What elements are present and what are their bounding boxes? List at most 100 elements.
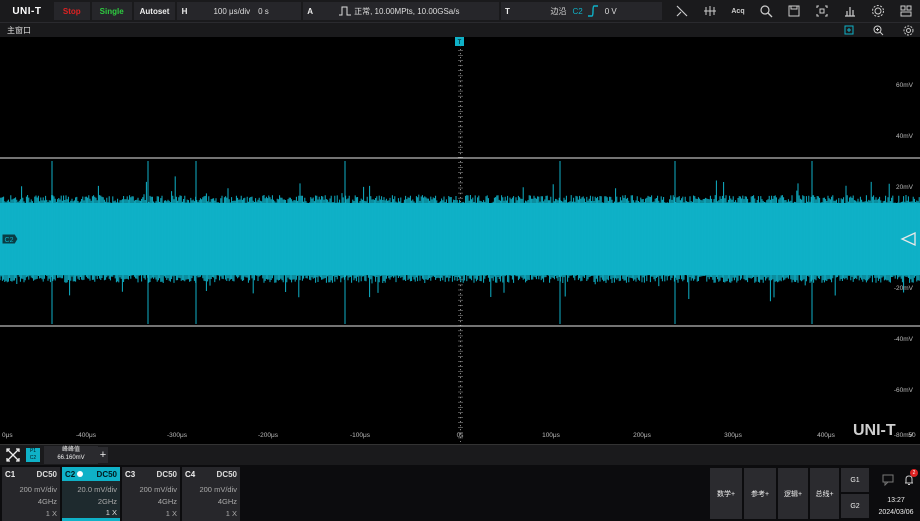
brand-watermark: UNI-T bbox=[853, 422, 896, 439]
trigger-tag: T bbox=[505, 6, 510, 16]
trigger-level: 0 V bbox=[604, 6, 617, 16]
x-axis-label: -200μs bbox=[258, 432, 279, 439]
acq-icon[interactable]: Acq bbox=[724, 0, 752, 22]
main-window-header: 主窗口 bbox=[0, 23, 920, 37]
save-icon[interactable] bbox=[780, 0, 808, 22]
channel-4-coupling: DC50 bbox=[216, 469, 237, 479]
layout-icon[interactable] bbox=[892, 0, 920, 22]
window-title: 主窗口 bbox=[7, 26, 31, 35]
y-axis-label: -60mV bbox=[894, 387, 914, 394]
channel-2-bandwidth: 2GHz bbox=[97, 497, 117, 506]
rising-edge-icon bbox=[587, 4, 599, 18]
channel-2-card[interactable]: C2 DC50 20.0 mV/div 2GHz 1 X bbox=[62, 467, 120, 521]
notification-count: 2 bbox=[910, 469, 918, 477]
bus-button[interactable]: 总线+ bbox=[810, 468, 839, 519]
x-axis-label: 0s bbox=[457, 432, 465, 439]
measure-label: 峰峰值 bbox=[61, 447, 80, 453]
channel-offset-marker[interactable]: C2 bbox=[1, 233, 19, 245]
window-expand-icon[interactable] bbox=[842, 23, 856, 37]
tool-icons: Acq bbox=[668, 0, 920, 22]
measurement-bar: P1 C2 峰峰值 66.160mV + bbox=[0, 444, 920, 465]
x-axis-label: 100μs bbox=[542, 432, 561, 439]
timebase-value: 100 μs/div bbox=[213, 6, 251, 16]
x-axis-label: 200μs bbox=[633, 432, 652, 439]
settings-icon[interactable] bbox=[864, 0, 892, 22]
window-settings-icon[interactable] bbox=[901, 23, 915, 37]
channel-1-coupling: DC50 bbox=[36, 469, 57, 479]
x-axis-label: 400μs bbox=[817, 432, 836, 439]
channel-2-scale: 20.0 mV/div bbox=[77, 485, 117, 494]
channel-4-head: C4 DC50 bbox=[182, 467, 240, 481]
autoset-button[interactable]: Autoset bbox=[133, 2, 176, 20]
ref-button[interactable]: 参考+ bbox=[744, 468, 776, 519]
brand-logo: UNI-T bbox=[12, 5, 42, 17]
y-axis-label: 20mV bbox=[896, 184, 914, 191]
horizontal-section[interactable]: H 100 μs/div 0 s bbox=[177, 2, 302, 20]
channel-2-coupling: DC50 bbox=[96, 469, 117, 479]
display-icon[interactable] bbox=[808, 0, 836, 22]
acquire-tag: A bbox=[307, 6, 313, 16]
y-axis-label: 60mV bbox=[896, 82, 914, 89]
g1-button[interactable]: G1 bbox=[841, 468, 869, 492]
channel-1-head: C1 DC50 bbox=[2, 467, 60, 481]
channel-1-probe: 1 X bbox=[45, 509, 57, 518]
g2-button[interactable]: G2 bbox=[841, 494, 869, 518]
acquire-mode: 正常, 10.00MPts, 10.00GSa/s bbox=[354, 6, 460, 16]
y-axis-label: -20mV bbox=[894, 285, 914, 292]
channel-2-name: C2 bbox=[62, 470, 84, 479]
search-icon[interactable] bbox=[752, 0, 780, 22]
channel-2-probe: 1 X bbox=[105, 508, 117, 517]
channel-3-card[interactable]: C3 DC50 200 mV/div 4GHz 1 X bbox=[122, 467, 180, 521]
measure-channel-icon: P1 C2 bbox=[26, 448, 40, 462]
acquisition-section[interactable]: A 正常, 10.00MPts, 10.00GSa/s bbox=[303, 2, 499, 20]
channel-3-scale: 200 mV/div bbox=[139, 485, 177, 494]
x-axis-labels: 0μs -400μs -300μs -200μs -100μs 0s 100μs 200μs 3… bbox=[2, 432, 916, 439]
channel-1-bandwidth: 4GHz bbox=[37, 497, 57, 506]
trigger-source: C2 bbox=[572, 6, 583, 16]
x-axis-label: -300μs bbox=[167, 432, 188, 439]
channel-1-card[interactable]: C1 DC50 200 mV/div 4GHz 1 X bbox=[2, 467, 60, 521]
stop-button[interactable]: Stop bbox=[53, 2, 90, 20]
logic-button[interactable]: 逻辑+ bbox=[778, 468, 808, 519]
waveform-display[interactable]: T C2 80mV60mV40mV20mV-20mV-40mV-60mV-80m… bbox=[0, 37, 920, 442]
channel-4-name: C4 bbox=[185, 469, 196, 479]
single-button[interactable]: Single bbox=[91, 2, 132, 20]
channel-bar: C1 DC50 200 mV/div 4GHz 1 X C2 DC50 20.0… bbox=[0, 465, 920, 521]
add-measurement-button[interactable]: + bbox=[98, 447, 108, 463]
math-button[interactable]: 数学+ bbox=[710, 468, 742, 519]
trigger-section[interactable]: T 边沿 C2 0 V bbox=[500, 2, 662, 20]
channel-2-head: C2 DC50 bbox=[62, 467, 120, 481]
clock-time: 13:27 bbox=[887, 497, 905, 504]
trigger-type: 边沿 bbox=[550, 6, 567, 16]
clock: 13:27 2024/03/06 bbox=[872, 495, 920, 519]
channel-3-name: C3 bbox=[125, 469, 136, 479]
x-axis-label: 300μs bbox=[724, 432, 743, 439]
utility-icon[interactable] bbox=[836, 0, 864, 22]
channel-4-card[interactable]: C4 DC50 200 mV/div 4GHz 1 X bbox=[182, 467, 240, 521]
x-axis-label: 50 bbox=[908, 432, 916, 439]
y-axis-label: 80mV bbox=[896, 37, 914, 38]
x-axis-label: -400μs bbox=[76, 432, 97, 439]
message-icon[interactable] bbox=[882, 473, 894, 487]
channel-3-probe: 1 X bbox=[165, 509, 177, 518]
pulse-icon bbox=[339, 5, 352, 17]
measurement-card[interactable]: 峰峰值 66.160mV bbox=[44, 446, 98, 464]
channel-active-dot-icon bbox=[77, 470, 84, 477]
measure-tools-icon[interactable] bbox=[5, 447, 21, 463]
cursor-icon[interactable] bbox=[668, 0, 696, 22]
y-axis-label: -40mV bbox=[894, 336, 914, 343]
channel-4-bandwidth: 4GHz bbox=[217, 497, 237, 506]
y-axis-label: 40mV bbox=[896, 133, 914, 140]
x-axis-label: -100μs bbox=[350, 432, 371, 439]
svg-text:T: T bbox=[458, 40, 462, 46]
channel-4-probe: 1 X bbox=[225, 509, 237, 518]
measure-value: 66.160mV bbox=[57, 455, 85, 461]
clock-date: 2024/03/06 bbox=[878, 509, 914, 516]
trigger-position-marker[interactable]: T bbox=[455, 37, 464, 46]
channel-4-scale: 200 mV/div bbox=[199, 485, 237, 494]
channel-3-head: C3 DC50 bbox=[122, 467, 180, 481]
x-axis-label: 0μs bbox=[2, 432, 13, 439]
zoom-icon[interactable] bbox=[871, 23, 885, 37]
measure-icon[interactable] bbox=[696, 0, 724, 22]
channel-1-name: C1 bbox=[5, 469, 16, 479]
